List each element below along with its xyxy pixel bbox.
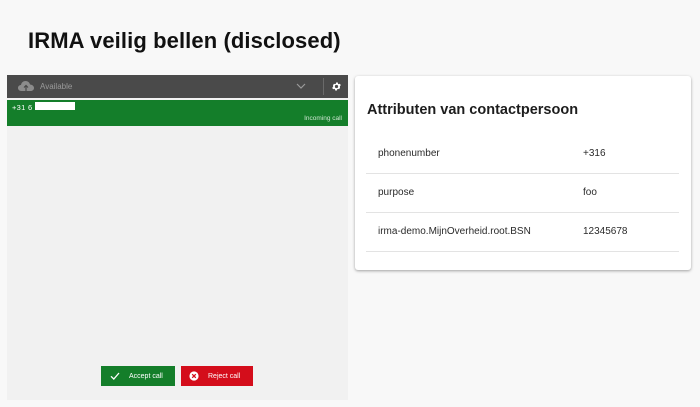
card-title: Attributen van contactpersoon <box>367 102 579 118</box>
attribute-key: irma-demo.MijnOverheid.root.BSN <box>366 212 583 252</box>
table-row: purpose foo <box>366 173 679 213</box>
settings-button[interactable] <box>325 75 348 98</box>
contact-attributes-card: Attributen van contactpersoon phonenumbe… <box>355 76 691 270</box>
attribute-value: foo <box>583 173 679 213</box>
accept-call-button[interactable]: Accept call <box>101 366 175 386</box>
bar-divider <box>323 78 324 95</box>
reject-call-button[interactable]: Reject call <box>181 366 253 386</box>
table-row: irma-demo.MijnOverheid.root.BSN 12345678 <box>366 212 679 252</box>
status-label: Available <box>40 82 73 91</box>
caller-number: +31 6 <box>12 103 33 112</box>
attribute-key: purpose <box>366 173 583 213</box>
page-title: IRMA veilig bellen (disclosed) <box>28 28 341 53</box>
gear-icon <box>332 82 341 91</box>
softphone-panel: Available +31 6 Incoming call Accept cal… <box>7 75 348 400</box>
attributes-table: phonenumber +316 purpose foo irma-demo.M… <box>366 134 679 252</box>
attribute-value: 12345678 <box>583 212 679 252</box>
check-icon <box>110 372 120 380</box>
accept-call-label: Accept call <box>129 372 163 380</box>
incoming-call-banner: +31 6 Incoming call <box>7 100 348 126</box>
attribute-value: +316 <box>583 134 679 174</box>
table-row: phonenumber +316 <box>366 134 679 174</box>
status-dropdown[interactable]: Available <box>7 75 323 98</box>
reject-call-label: Reject call <box>208 372 241 380</box>
attribute-key: phonenumber <box>366 134 583 174</box>
incoming-call-label: Incoming call <box>304 115 342 122</box>
softphone-top-bar: Available <box>7 75 348 98</box>
close-circle-icon <box>189 371 199 381</box>
redacted-number-block <box>35 102 75 110</box>
chevron-down-icon <box>296 83 306 89</box>
cloud-icon <box>18 81 34 92</box>
